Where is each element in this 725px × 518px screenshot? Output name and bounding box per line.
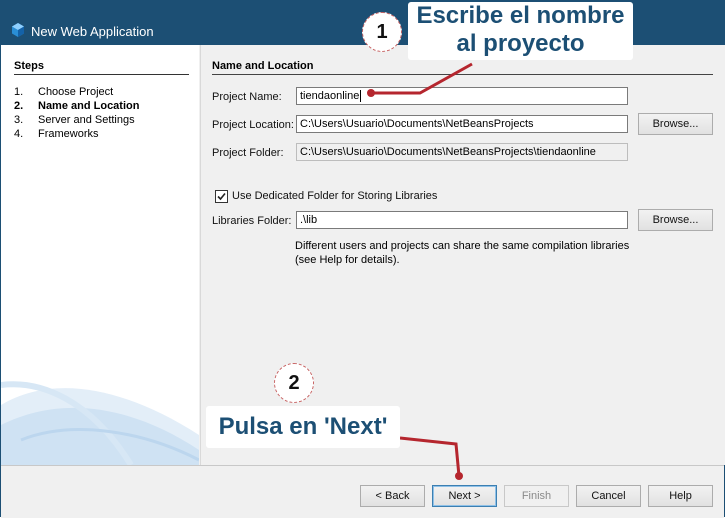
libraries-folder-browse-button[interactable]: Browse...: [638, 209, 713, 231]
step-label: Name and Location: [38, 100, 140, 112]
step-label: Frameworks: [38, 128, 99, 140]
checkmark-icon: [217, 192, 226, 201]
step-server-and-settings: 3. Server and Settings: [14, 114, 135, 126]
step-frameworks: 4. Frameworks: [14, 128, 99, 140]
libraries-folder-input[interactable]: .\lib: [296, 211, 628, 229]
annotation-badge-2: 2: [274, 363, 314, 403]
step-choose-project: 1. Choose Project: [14, 86, 114, 98]
cancel-button[interactable]: Cancel: [576, 485, 641, 507]
project-folder-field: C:\Users\Usuario\Documents\NetBeansProje…: [296, 143, 628, 161]
text-cursor: [360, 90, 362, 102]
libraries-help-text: Different users and projects can share t…: [295, 240, 630, 266]
project-name-label: Project Name:: [212, 91, 282, 103]
project-name-input[interactable]: tiendaonline: [296, 87, 628, 105]
steps-heading: Steps: [14, 60, 44, 72]
step-name-and-location: 2. Name and Location: [14, 100, 140, 112]
dedicated-folder-label: Use Dedicated Folder for Storing Librari…: [232, 190, 438, 202]
project-location-label: Project Location:: [212, 119, 294, 131]
step-label: Server and Settings: [38, 114, 135, 126]
annotation-badge-1: 1: [362, 12, 402, 52]
annotation-callout-2: Pulsa en 'Next': [206, 406, 400, 448]
steps-panel: Steps 1. Choose Project 2. Name and Locati…: [1, 45, 199, 465]
wizard-button-bar: < Back Next > Finish Cancel Help: [1, 465, 724, 518]
section-divider: [212, 74, 713, 75]
step-label: Choose Project: [38, 86, 114, 98]
next-button[interactable]: Next >: [432, 485, 497, 507]
netbeans-cube-icon: [12, 23, 24, 37]
dedicated-folder-checkbox[interactable]: [215, 190, 228, 203]
back-button[interactable]: < Back: [360, 485, 425, 507]
steps-divider: [14, 74, 189, 75]
help-button[interactable]: Help: [648, 485, 713, 507]
project-location-browse-button[interactable]: Browse...: [638, 113, 713, 135]
finish-button: Finish: [504, 485, 569, 507]
project-folder-label: Project Folder:: [212, 147, 284, 159]
decorative-swoosh: [1, 381, 199, 465]
name-and-location-panel: Name and Location Project Name: tiendaon…: [200, 45, 725, 465]
window-title: New Web Application: [31, 24, 154, 39]
project-location-input[interactable]: C:\Users\Usuario\Documents\NetBeansProje…: [296, 115, 628, 133]
section-title: Name and Location: [212, 60, 314, 72]
libraries-folder-label: Libraries Folder:: [212, 215, 292, 227]
steps-list: 1. Choose Project 2. Name and Location 3. S…: [14, 85, 139, 141]
annotation-callout-1: Escribe el nombre al proyecto: [408, 2, 633, 60]
